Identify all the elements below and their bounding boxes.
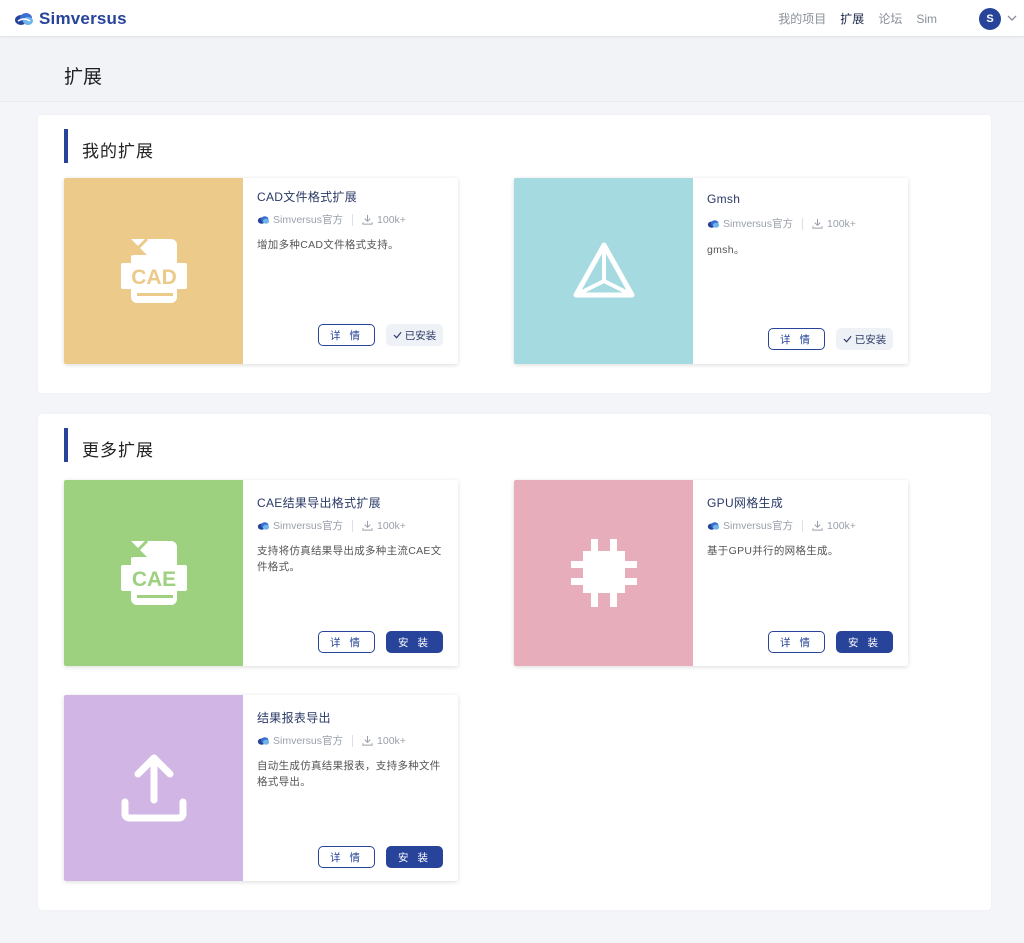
card-thumbnail [64, 695, 243, 881]
card-title[interactable]: CAE结果导出格式扩展 [257, 494, 381, 511]
detail-button[interactable]: 详 情 [768, 631, 825, 653]
section-title: 我的扩展 [82, 142, 154, 161]
detail-button[interactable]: 详 情 [768, 328, 825, 350]
card-author: Simversus官方 [273, 214, 344, 226]
section-title: 更多扩展 [82, 441, 154, 460]
card-downloads: 100k+ [827, 217, 856, 230]
meta-divider [352, 519, 354, 532]
card-meta: Simversus官方 100k+ [257, 212, 406, 227]
cloud-logo-icon [257, 521, 270, 530]
nav-sim[interactable]: Sim [916, 12, 937, 26]
card-author: Simversus官方 [723, 520, 794, 532]
extension-card-cae: CAE CAE结果导出格式扩展 Simversus官方 100k+ 支持将仿真结… [64, 480, 458, 666]
page-header: 扩展 [0, 38, 1024, 102]
card-downloads: 100k+ [377, 734, 406, 747]
card-body: CAE结果导出格式扩展 Simversus官方 100k+ 支持将仿真结果导出成… [243, 480, 458, 666]
card-thumbnail: CAD [64, 178, 243, 364]
chevron-down-icon[interactable] [1006, 13, 1018, 23]
card-downloads: 100k+ [827, 519, 856, 532]
check-icon [843, 335, 852, 343]
detail-button[interactable]: 详 情 [318, 324, 375, 346]
meta-divider [352, 213, 354, 226]
install-button[interactable]: 安 装 [386, 846, 443, 868]
installed-label: 已安装 [404, 329, 437, 342]
installed-badge: 已安装 [836, 328, 893, 350]
card-body: CAD文件格式扩展 Simversus官方 100k+ 增加多种CAD文件格式支… [243, 178, 458, 364]
avatar[interactable]: S [979, 8, 1001, 30]
install-button[interactable]: 安 装 [386, 631, 443, 653]
check-icon [393, 331, 402, 339]
section-more-extensions: 更多扩展 CAE CAE结果导出格式扩展 Simversus官方 100k+ 支… [38, 414, 991, 910]
cloud-logo-icon [257, 736, 270, 745]
extension-card-gmsh: Gmsh Simversus官方 100k+ gmsh。 详 情 已安装 [514, 178, 908, 364]
card-body: GPU网格生成 Simversus官方 100k+ 基于GPU并行的网格生成。 … [693, 480, 908, 666]
card-body: Gmsh Simversus官方 100k+ gmsh。 详 情 已安装 [693, 178, 908, 364]
nav-forum[interactable]: 论坛 [878, 10, 902, 27]
cae-label: CAE [131, 568, 175, 591]
card-description: 自动生成仿真结果报表，支持多种文件格式导出。 [257, 760, 441, 788]
detail-button[interactable]: 详 情 [318, 846, 375, 868]
section-accent-bar [64, 428, 68, 462]
card-meta: Simversus官方 100k+ [707, 518, 856, 533]
upload-icon [121, 754, 186, 822]
chip-icon [570, 539, 637, 607]
section-accent-bar [64, 129, 68, 163]
card-description: 增加多种CAD文件格式支持。 [257, 239, 399, 251]
card-title[interactable]: CAD文件格式扩展 [257, 188, 357, 205]
card-title[interactable]: 结果报表导出 [257, 709, 331, 726]
cad-label: CAD [131, 266, 177, 289]
card-description: 支持将仿真结果导出成多种主流CAE文件格式。 [257, 545, 442, 573]
card-body: 结果报表导出 Simversus官方 100k+ 自动生成仿真结果报表，支持多种… [243, 695, 458, 881]
download-icon [362, 214, 373, 225]
card-title[interactable]: Gmsh [707, 192, 740, 206]
main-nav: 我的项目 扩展 论坛 Sim [764, 0, 937, 37]
card-thumbnail [514, 480, 693, 666]
page-title: 扩展 [64, 67, 103, 88]
cloud-logo-icon [15, 13, 33, 25]
extension-card-report: 结果报表导出 Simversus官方 100k+ 自动生成仿真结果报表，支持多种… [64, 695, 458, 881]
logo-text: Simversus [39, 9, 127, 28]
card-downloads: 100k+ [377, 519, 406, 532]
cae-file-icon: CAE [120, 539, 187, 605]
card-meta: Simversus官方 100k+ [707, 216, 856, 231]
card-meta: Simversus官方 100k+ [257, 518, 406, 533]
download-icon [362, 735, 373, 746]
cloud-logo-icon [257, 215, 270, 224]
meta-divider [802, 217, 804, 230]
card-author: Simversus官方 [723, 218, 794, 230]
meta-divider [802, 519, 804, 532]
download-icon [362, 520, 373, 531]
install-button[interactable]: 安 装 [836, 631, 893, 653]
download-icon [812, 218, 823, 229]
installed-label: 已安装 [854, 333, 887, 346]
meta-divider [352, 734, 354, 747]
card-author: Simversus官方 [273, 520, 344, 532]
nav-my-projects[interactable]: 我的项目 [778, 10, 826, 27]
section-my-extensions: 我的扩展 CAD CAD文件格式扩展 Simversus官方 100k+ 增加多… [38, 115, 991, 393]
logo[interactable]: Simversus [14, 9, 127, 29]
pyramid-icon [573, 242, 634, 298]
download-icon [812, 520, 823, 531]
card-title[interactable]: GPU网格生成 [707, 494, 783, 511]
extension-card-cad: CAD CAD文件格式扩展 Simversus官方 100k+ 增加多种CAD文… [64, 178, 458, 364]
card-description: gmsh。 [707, 244, 745, 256]
card-description: 基于GPU并行的网格生成。 [707, 545, 839, 557]
card-author: Simversus官方 [273, 735, 344, 747]
cloud-logo-icon [707, 521, 720, 530]
card-thumbnail [514, 178, 693, 364]
detail-button[interactable]: 详 情 [318, 631, 375, 653]
extension-card-gpu: GPU网格生成 Simversus官方 100k+ 基于GPU并行的网格生成。 … [514, 480, 908, 666]
installed-badge: 已安装 [386, 324, 443, 346]
top-navbar: Simversus 我的项目 扩展 论坛 Sim S [0, 0, 1024, 37]
nav-extensions[interactable]: 扩展 [840, 10, 864, 27]
cad-file-icon: CAD [120, 237, 187, 303]
card-meta: Simversus官方 100k+ [257, 733, 406, 748]
cloud-logo-icon [707, 219, 720, 228]
card-downloads: 100k+ [377, 213, 406, 226]
card-thumbnail: CAE [64, 480, 243, 666]
